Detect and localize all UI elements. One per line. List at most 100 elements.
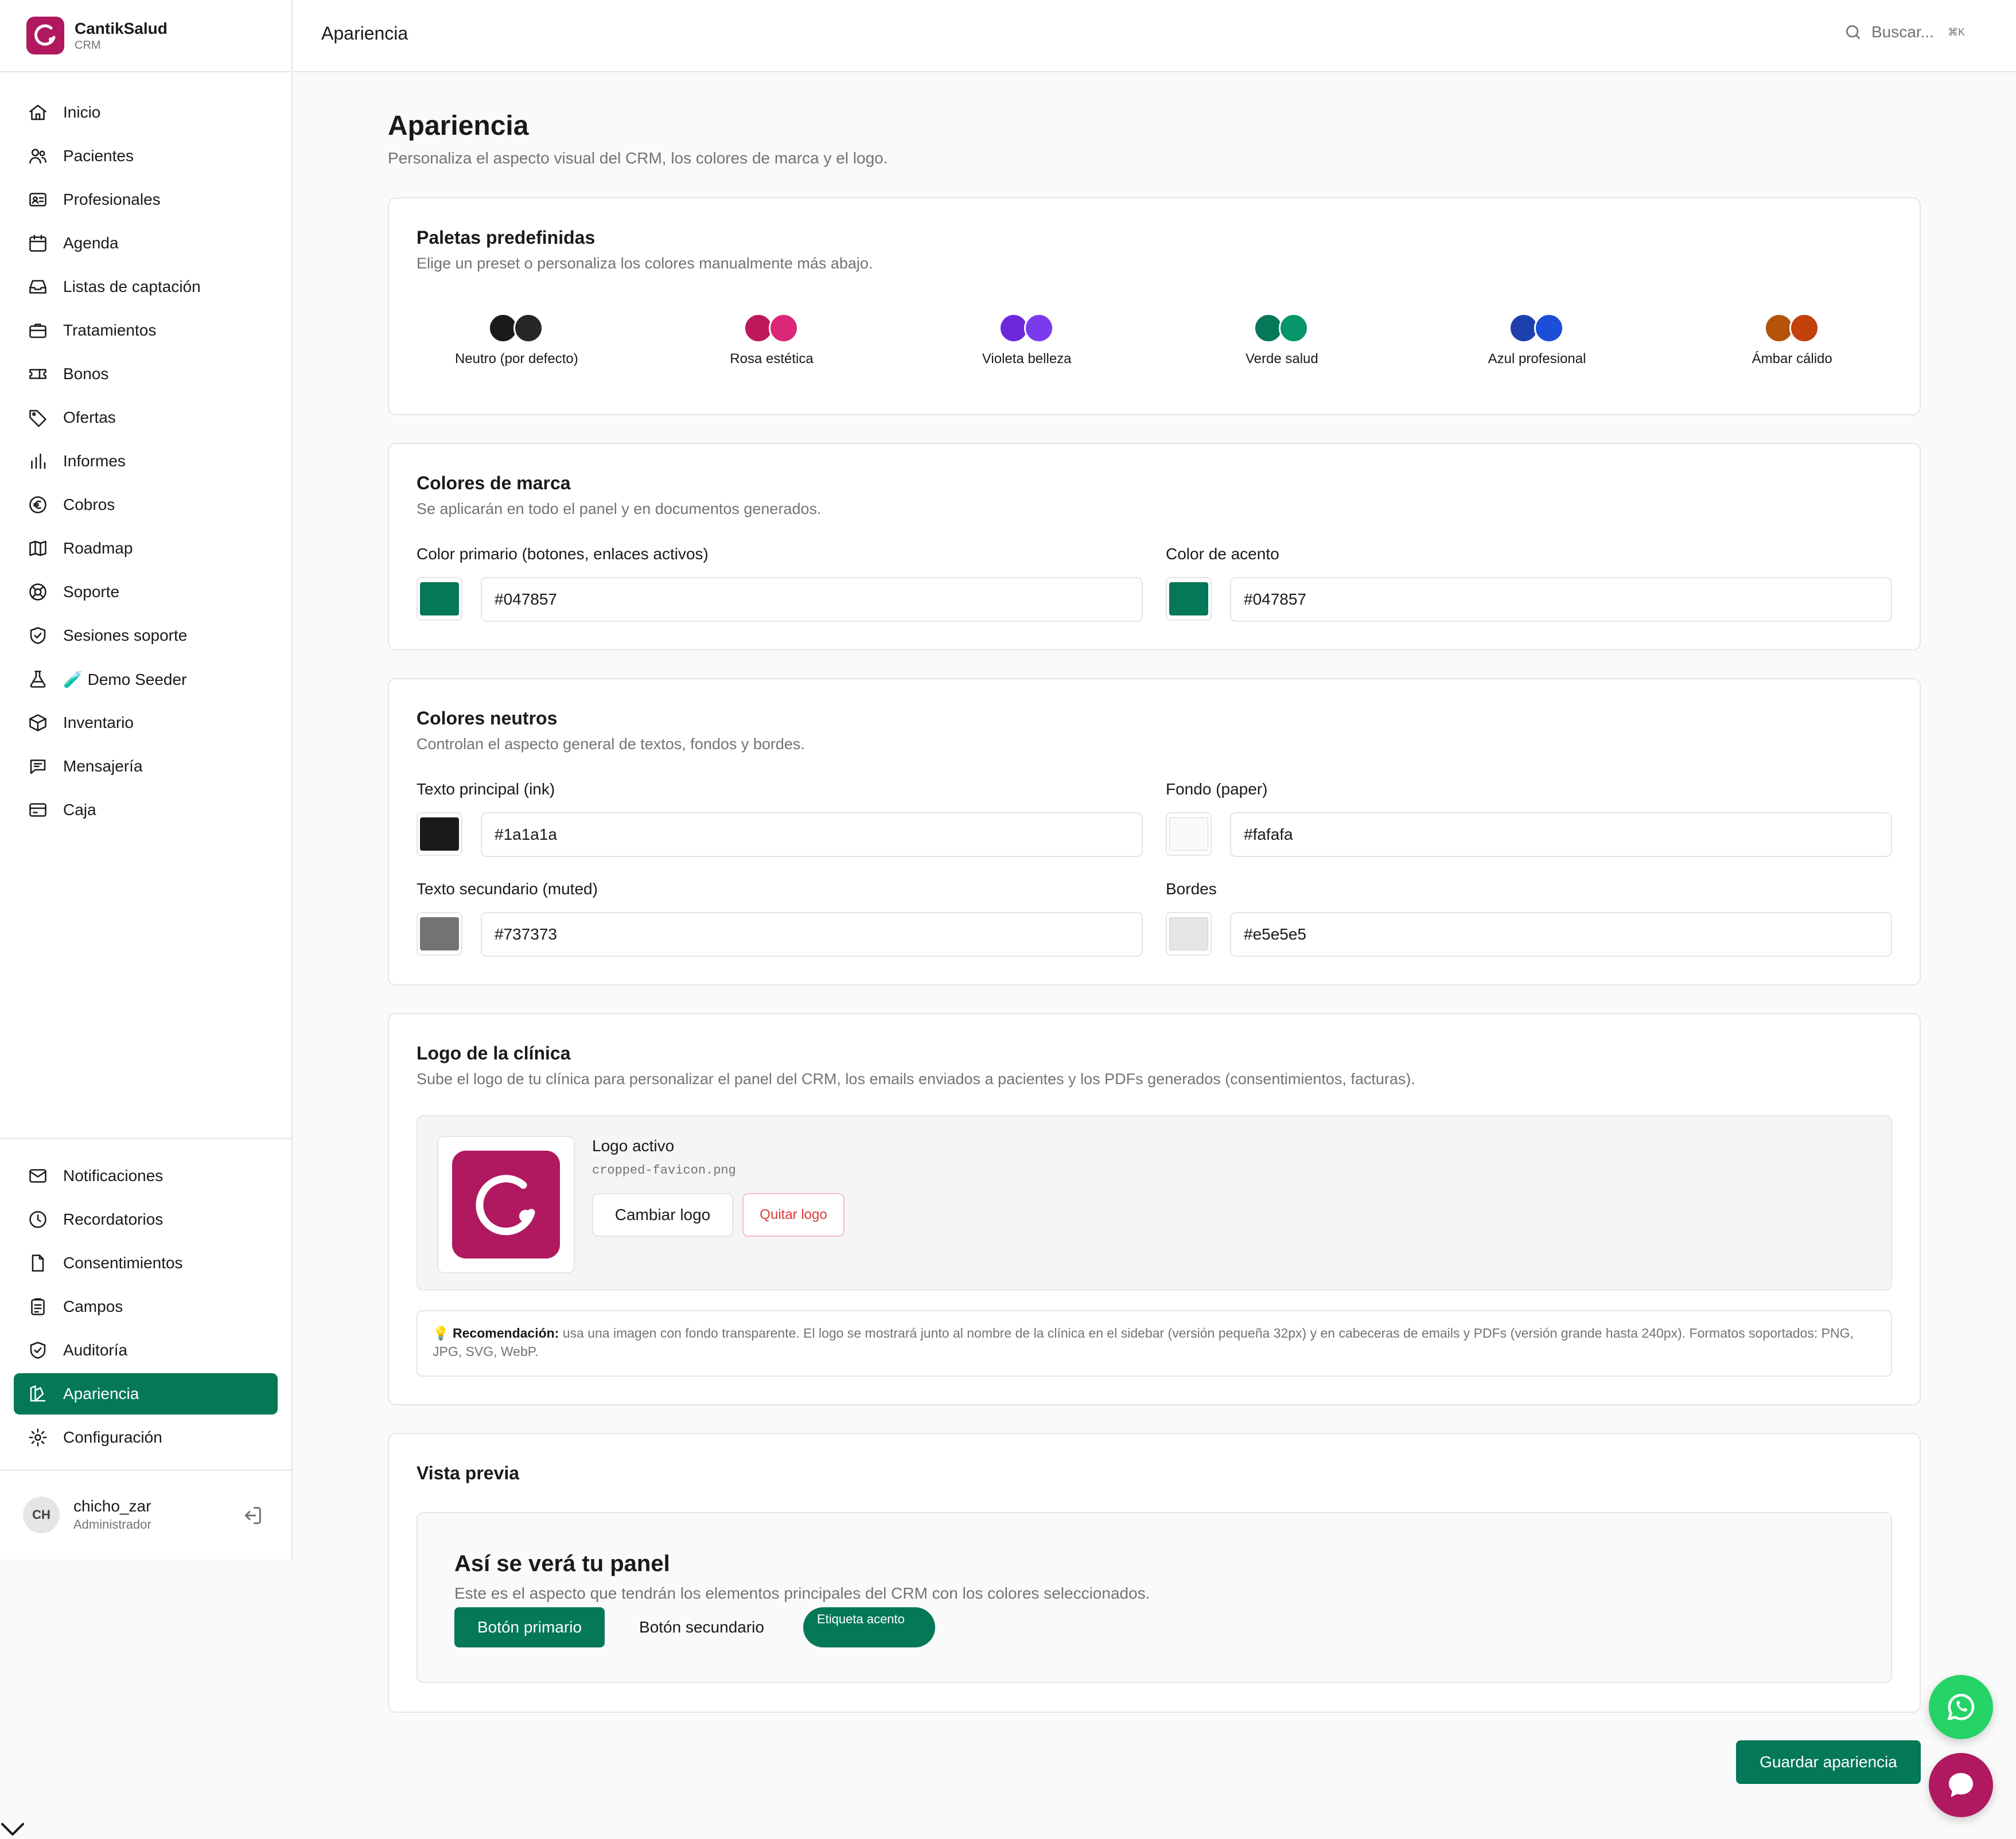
sidebar-item-profesionales[interactable]: Profesionales	[14, 179, 278, 220]
preset-option[interactable]: Verde salud	[1154, 313, 1410, 367]
preset-swatches	[1509, 313, 1565, 343]
preset-label: Ámbar cálido	[1752, 351, 1832, 367]
sidebar-item-campos[interactable]: Campos	[14, 1286, 278, 1327]
preset-swatches	[744, 313, 800, 343]
palette-icon	[30, 1385, 46, 1402]
shield-check-icon	[30, 627, 46, 644]
sidebar-item-label: Apariencia	[63, 1385, 139, 1402]
sidebar-item-roadmap[interactable]: Roadmap	[14, 528, 278, 569]
muted-color-swatch-fill	[420, 917, 459, 950]
accent-color-input[interactable]	[1230, 577, 1892, 622]
sidebar-item-sesiones-soporte[interactable]: Sesiones soporte	[14, 615, 278, 656]
remove-logo-button[interactable]: Quitar logo	[742, 1193, 844, 1237]
shield-check-icon	[30, 1342, 46, 1359]
preview-accent-tag: Etiqueta acento	[803, 1607, 935, 1647]
ink-color-swatch[interactable]	[417, 812, 462, 856]
chat-button[interactable]	[1929, 1753, 1993, 1817]
sidebar-item-label: Cobros	[63, 496, 115, 513]
inbox-icon	[29, 280, 46, 294]
sidebar-item-informes[interactable]: Informes	[14, 441, 278, 482]
sidebar-item-label: Profesionales	[63, 190, 161, 208]
paper-color-swatch[interactable]	[1166, 812, 1212, 856]
whatsapp-icon	[1948, 1693, 1975, 1720]
logo-subtitle: Sube el logo de tu clínica para personal…	[417, 1070, 1415, 1088]
preset-option[interactable]: Rosa estética	[644, 313, 900, 367]
muted-color-swatch[interactable]	[417, 912, 462, 956]
sidebar-item-mensajeria[interactable]: Mensajería	[14, 746, 278, 787]
logout-icon[interactable]	[241, 1504, 264, 1527]
sidebar-item-label: Ofertas	[63, 408, 116, 426]
briefcase-icon	[29, 324, 46, 338]
clinic-logo-image	[452, 1151, 560, 1259]
sidebar-item-label: Notificaciones	[63, 1167, 164, 1185]
sidebar-item-label: Campos	[63, 1298, 123, 1315]
preview-secondary-button[interactable]: Botón secundario	[630, 1607, 773, 1647]
sidebar-item-label: Sesiones soporte	[63, 626, 188, 644]
preset-swatches	[1764, 313, 1820, 343]
primary-color-swatch[interactable]	[417, 577, 462, 621]
sidebar-item-demo-seeder[interactable]: 🧪 Demo Seeder	[14, 659, 278, 700]
sidebar-item-bonos[interactable]: Bonos	[14, 353, 278, 395]
muted-color-input[interactable]	[481, 912, 1143, 957]
primary-color-swatch-fill	[420, 582, 459, 615]
sidebar-item-pacientes[interactable]: Pacientes	[14, 135, 278, 177]
sidebar-item-consentimientos[interactable]: Consentimientos	[14, 1242, 278, 1284]
primary-color-input[interactable]	[481, 577, 1143, 622]
logo-filename: cropped-favicon.png	[592, 1163, 736, 1178]
whatsapp-button[interactable]	[1929, 1675, 1993, 1739]
logo-preview	[437, 1136, 575, 1273]
page-title: Apariencia	[388, 111, 529, 141]
border-color-input[interactable]	[1230, 912, 1892, 957]
sidebar-item-recordatorios[interactable]: Recordatorios	[14, 1199, 278, 1240]
users-icon	[29, 149, 46, 164]
change-logo-button[interactable]: Cambiar logo	[592, 1193, 733, 1237]
sidebar-item-inventario[interactable]: Inventario	[14, 702, 278, 743]
preset-color-dot	[769, 313, 799, 343]
sidebar-item-ofertas[interactable]: Ofertas	[14, 397, 278, 438]
preset-swatches	[1254, 313, 1310, 343]
search-shortcut: ⌘K	[1947, 26, 1965, 38]
sidebar-item-label: Soporte	[63, 583, 120, 601]
chevron-down-icon[interactable]	[0, 1821, 30, 1839]
preset-label: Violeta belleza	[982, 351, 1072, 367]
sidebar-item-notificaciones[interactable]: Notificaciones	[14, 1155, 278, 1197]
preset-color-dot	[1789, 313, 1819, 343]
search-placeholder[interactable]: Buscar...	[1871, 23, 1934, 41]
ink-color-swatch-fill	[420, 817, 459, 851]
preset-option[interactable]: Ámbar cálido	[1664, 313, 1920, 367]
sidebar-item-apariencia[interactable]: Apariencia	[14, 1373, 278, 1415]
sidebar-item-soporte[interactable]: Soporte	[14, 571, 278, 613]
sidebar-item-agenda[interactable]: Agenda	[14, 223, 278, 264]
preset-swatches	[488, 313, 544, 343]
sidebar-item-label: Informes	[63, 452, 126, 470]
sidebar-item-inicio[interactable]: Inicio	[14, 92, 278, 133]
brand[interactable]: CantikSalud CRM	[0, 0, 291, 72]
preset-option[interactable]: Azul profesional	[1410, 313, 1665, 367]
ink-color-input[interactable]	[481, 812, 1143, 857]
save-appearance-button[interactable]: Guardar apariencia	[1736, 1740, 1921, 1784]
recommendation-text: usa una imagen con fondo transparente. E…	[433, 1326, 1854, 1359]
search-box[interactable]: Buscar... ⌘K	[1844, 23, 1965, 41]
sidebar-item-configuracion[interactable]: Configuración	[14, 1417, 278, 1458]
avatar[interactable]: CH	[23, 1497, 60, 1533]
preset-option[interactable]: Neutro (por defecto)	[389, 313, 644, 367]
sidebar-item-tratamientos[interactable]: Tratamientos	[14, 310, 278, 351]
sidebar-item-label: 🧪 Demo Seeder	[63, 670, 187, 688]
sidebar-item-caja[interactable]: Caja	[14, 789, 278, 831]
logo-active-label: Logo activo	[592, 1137, 675, 1155]
preview-primary-button[interactable]: Botón primario	[454, 1607, 605, 1647]
preset-list: Neutro (por defecto) Rosa estética Violeta…	[389, 313, 1920, 367]
preset-color-dot	[513, 313, 544, 343]
sidebar-item-listas-de-captacion[interactable]: Listas de captación	[14, 266, 278, 307]
sidebar-settings-nav: Notificaciones Recordatorios Consentimient…	[0, 1155, 291, 1458]
preset-option[interactable]: Violeta belleza	[899, 313, 1154, 367]
paper-color-input[interactable]	[1230, 812, 1892, 857]
accent-color-swatch[interactable]	[1166, 577, 1212, 621]
sidebar-item-label: Configuración	[63, 1428, 162, 1446]
ticket-icon	[29, 369, 46, 379]
sidebar-item-cobros[interactable]: Cobros	[14, 484, 278, 525]
brand-logo	[26, 17, 64, 54]
sidebar-item-auditoria[interactable]: Auditoría	[14, 1330, 278, 1371]
border-color-swatch[interactable]	[1166, 912, 1212, 956]
flask-icon	[30, 671, 46, 688]
